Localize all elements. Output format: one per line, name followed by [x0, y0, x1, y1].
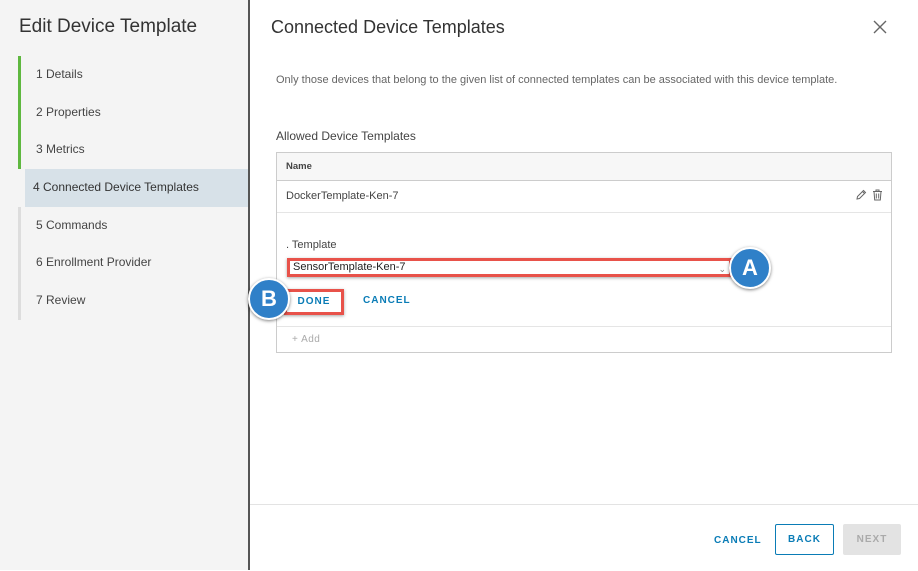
back-button[interactable]: BACK — [775, 524, 834, 555]
row-name: DockerTemplate-Ken-7 — [286, 190, 399, 202]
page-description: Only those devices that belong to the gi… — [276, 74, 838, 86]
step-enrollment-provider[interactable]: 6 Enrollment Provider — [18, 244, 248, 283]
chevron-down-icon: ⌄ — [718, 264, 726, 274]
template-select[interactable]: SensorTemplate-Ken-7 ⌄ — [287, 258, 732, 277]
cancel-button[interactable]: CANCEL — [714, 535, 762, 546]
step-properties[interactable]: 2 Properties — [18, 93, 248, 132]
wizard-steps: 1 Details 2 Properties 3 Metrics 4 Conne… — [18, 56, 248, 320]
allowed-templates-label: Allowed Device Templates — [276, 129, 416, 143]
wizard-title: Edit Device Template — [19, 16, 198, 37]
step-commands[interactable]: 5 Commands — [18, 206, 248, 245]
cancel-edit-button[interactable]: CANCEL — [363, 295, 411, 306]
done-button[interactable]: DONE — [284, 289, 344, 315]
callout-b-badge: B — [248, 278, 290, 320]
callout-a-badge: A — [729, 247, 771, 289]
step-review[interactable]: 7 Review — [18, 282, 248, 320]
table-row: DockerTemplate-Ken-7 — [277, 181, 891, 213]
template-field-label: . Template — [286, 239, 337, 251]
step-connected-device-templates[interactable]: 4 Connected Device Templates — [25, 169, 248, 207]
wizard-sidebar: Edit Device Template 1 Details 2 Propert… — [0, 0, 250, 570]
trash-icon[interactable] — [872, 189, 883, 201]
template-select-value: SensorTemplate-Ken-7 — [293, 261, 406, 273]
next-button[interactable]: NEXT — [843, 524, 901, 555]
close-icon[interactable] — [872, 19, 888, 35]
step-details[interactable]: 1 Details — [18, 56, 248, 94]
edit-icon[interactable] — [855, 189, 867, 201]
allowed-templates-table: Name DockerTemplate-Ken-7 . Template Sen… — [276, 152, 892, 353]
template-edit-form: . Template SensorTemplate-Ken-7 ⌄ DONE C… — [277, 213, 891, 327]
page-title: Connected Device Templates — [271, 17, 505, 37]
add-template-link[interactable]: + Add — [292, 334, 320, 345]
wizard-footer: CANCEL BACK NEXT — [250, 504, 918, 571]
step-metrics[interactable]: 3 Metrics — [18, 131, 248, 170]
main-panel: Connected Device Templates Only those de… — [250, 0, 918, 570]
column-header-name: Name — [277, 153, 891, 181]
